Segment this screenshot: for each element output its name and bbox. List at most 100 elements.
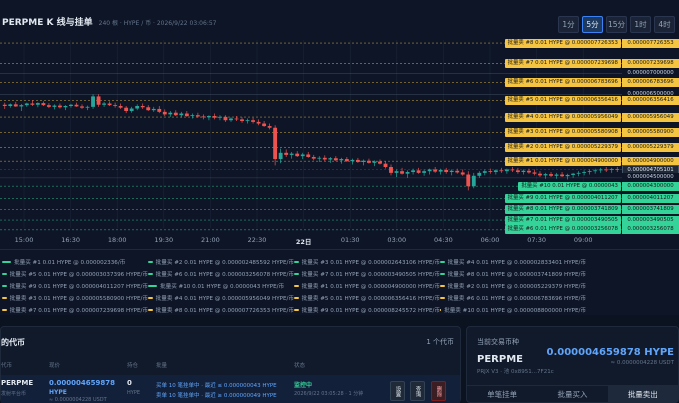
candle-body — [549, 174, 553, 176]
candle-body — [151, 108, 156, 111]
col-price: 现价 — [49, 363, 61, 369]
row-status-time: 2026/9/22 03:05:28 · 1 分钟 — [294, 391, 364, 397]
candle-body — [74, 104, 79, 107]
sell-order-tag-8[interactable]: 批量卖 #2 0.01 HYPE @ 0.000005229379 — [504, 142, 621, 152]
col-hold: 持仓 — [127, 363, 139, 369]
legend-item[interactable]: 批量买 #3 0.01 HYPE @ 0.000002643106 HYPE/币 — [294, 256, 440, 268]
legend-item[interactable]: 批量买 #8 0.01 HYPE @ 0.000003741809 HYPE/币 — [440, 268, 586, 280]
x-tick-label: 07:30 — [527, 236, 546, 244]
legend-item[interactable]: 批量卖 #5 0.01 HYPE @ 0.000006356416 HYPE/币 — [294, 292, 440, 304]
candle-body — [521, 170, 526, 173]
x-tick-label: 03:00 — [387, 236, 407, 244]
buy-order-tag-0[interactable]: 批量买 #10 0.01 HYPE @ 0.0000043 — [518, 181, 621, 191]
buy-price-tag-3: 0.000003490505 — [622, 215, 679, 225]
legend-item[interactable]: 批量卖 #2 0.01 HYPE @ 0.000005229379 HYPE/币 — [440, 280, 586, 292]
legend-item[interactable]: 批量买 #4 0.01 HYPE @ 0.000002833401 HYPE/币 — [440, 256, 586, 268]
chart-panel: PERPME K 线与挂单 240 根 · HYPE / 币 · 2026/9/… — [0, 0, 679, 250]
x-tick-label: 21:00 — [201, 236, 220, 244]
legend-item[interactable]: 批量卖 #4 0.01 HYPE @ 0.000005956049 HYPE/币 — [148, 292, 294, 304]
legend-item[interactable]: 批量卖 #9 0.01 HYPE @ 0.000008245572 HYPE/币 — [294, 304, 440, 316]
legend-swatch — [294, 285, 299, 287]
candle-body — [593, 170, 598, 172]
candle-body — [394, 171, 399, 173]
sell-order-tag-0[interactable]: 批量卖 #8 0.01 HYPE @ 0.000007726353 — [504, 38, 621, 48]
legend-label: 批量买 #1 0.01 HYPE @ 0.000002336/币 — [14, 260, 126, 266]
x-tick-label: 06:00 — [480, 236, 500, 244]
chart-header: PERPME K 线与挂单 240 根 · HYPE / 币 · 2026/9/… — [0, 15, 216, 35]
table-title: 的代币 — [1, 338, 25, 347]
legend-swatch — [440, 309, 442, 311]
candle-body — [229, 118, 233, 121]
candle-body — [300, 154, 305, 157]
buy-order-tag-2[interactable]: 批量买 #8 0.01 HYPE @ 0.000003741809 — [504, 205, 621, 215]
sell-order-tag-1[interactable]: 批量卖 #7 0.01 HYPE @ 0.000007239698 — [504, 58, 621, 68]
buy-order-tag-4[interactable]: 批量买 #6 0.01 HYPE @ 0.000003256078 — [504, 225, 621, 235]
legend-label: 批量买 #5 0.01 HYPE @ 0.000003037396 HYPE/币 — [9, 272, 148, 278]
legend-item[interactable]: 批量卖 #10 0.01 HYPE @ 0.000008800000 HYPE/… — [440, 304, 586, 316]
candle-body — [113, 105, 118, 107]
legend-item[interactable]: 批量买 #1 0.01 HYPE @ 0.000002336/币 — [2, 256, 148, 268]
candle-body — [102, 103, 107, 105]
candle-body — [240, 119, 244, 122]
x-tick-label: 22:30 — [247, 236, 267, 244]
timeframe-3[interactable]: 1时 — [630, 16, 651, 33]
candle-body — [427, 169, 432, 172]
legend-item[interactable]: 批量卖 #8 0.01 HYPE @ 0.000007726353 HYPE/币 — [148, 304, 294, 316]
legend-label: 批量买 #8 0.01 HYPE @ 0.000003741809 HYPE/币 — [447, 272, 586, 278]
settings-button[interactable]: 设置 — [390, 381, 405, 401]
legend-item[interactable]: 批量买 #9 0.01 HYPE @ 0.000004011207 HYPE/币 — [2, 280, 148, 292]
legend-label: 批量卖 #9 0.01 HYPE @ 0.000008245572 HYPE/币 — [301, 308, 440, 314]
row-coin: PERPME — [1, 379, 34, 387]
x-tick-label: 15:00 — [14, 236, 34, 244]
legend-item[interactable]: 批量卖 #3 0.01 HYPE @ 0.000005580900 HYPE/币 — [2, 292, 148, 304]
buy-price-tag-0: 0.000004300000 — [622, 181, 679, 191]
query-button[interactable]: 查询 — [410, 381, 425, 401]
candle-body — [80, 106, 84, 108]
legend-item[interactable]: 批量买 #10 0.01 HYPE @ 0.0000043 HYPE/币 — [148, 280, 294, 292]
sell-order-tag-3[interactable]: 批量卖 #6 0.01 HYPE @ 0.000006783696 — [504, 77, 621, 87]
table-row[interactable]: PERPME 发射平台币 0.000004659878 HYPE ≈ 0.000… — [1, 375, 460, 403]
candle-body — [438, 169, 443, 172]
candle-body — [289, 153, 294, 155]
legend-swatch — [2, 309, 7, 311]
candle-body — [543, 174, 548, 176]
legend-swatch — [148, 297, 153, 299]
buy-order-tag-1[interactable]: 批量买 #9 0.01 HYPE @ 0.000004011207 — [504, 193, 621, 203]
candle-body — [278, 152, 283, 160]
legend-item[interactable]: 批量买 #5 0.01 HYPE @ 0.000003037396 HYPE/币 — [2, 268, 148, 280]
legend-item[interactable]: 批量买 #6 0.01 HYPE @ 0.000003256078 HYPE/币 — [148, 268, 294, 280]
legend-item[interactable]: 批量卖 #6 0.01 HYPE @ 0.000006783696 HYPE/币 — [440, 292, 586, 304]
candle-body — [190, 115, 195, 117]
trade-tab-0[interactable]: 单笔挂单 — [467, 386, 537, 402]
sell-order-tag-5[interactable]: 批量卖 #5 0.01 HYPE @ 0.000006356416 — [504, 95, 621, 105]
candle-body — [604, 169, 609, 171]
timeframe-1[interactable]: 5分 — [582, 16, 603, 33]
candle-body — [471, 175, 476, 187]
delete-button[interactable]: 删除 — [431, 381, 446, 401]
sell-order-tag-7[interactable]: 批量卖 #3 0.01 HYPE @ 0.000005580908 — [504, 128, 621, 138]
candle-body — [91, 96, 95, 107]
timeframe-4[interactable]: 4时 — [654, 16, 675, 33]
legend-item[interactable]: 批量买 #7 0.01 HYPE @ 0.000003490505 HYPE/币 — [294, 268, 440, 280]
trade-tab-2[interactable]: 批量卖出 — [607, 386, 678, 402]
row-price-usdt: ≈ 0.0000004228 USDT — [49, 397, 107, 403]
trade-panel: 当前交易币种 PERPME PRJX V3 · 池 0x8951...7F21c… — [466, 326, 679, 403]
candle-body — [195, 115, 200, 117]
buy-order-tag-3[interactable]: 批量买 #7 0.01 HYPE @ 0.000003490505 — [504, 215, 621, 225]
timeframe-2[interactable]: 15分 — [606, 16, 627, 33]
sell-order-tag-9[interactable]: 批量卖 #1 0.01 HYPE @ 0.000004900000 — [504, 156, 621, 166]
candle-body — [19, 105, 24, 107]
candle-body — [444, 169, 449, 173]
legend-item[interactable]: 批量卖 #1 0.01 HYPE @ 0.000004900000 HYPE/币 — [294, 280, 440, 292]
sell-price-tag-1: 0.000007239698 — [622, 58, 679, 68]
timeframe-0[interactable]: 1分 — [558, 16, 579, 33]
buy-price-tag-4: 0.000003256078 — [622, 225, 679, 235]
legend-item[interactable]: 批量卖 #7 0.01 HYPE @ 0.000007239698 HYPE/币 — [2, 304, 148, 316]
trade-tab-1[interactable]: 批量买入 — [537, 386, 607, 402]
candle-body — [582, 172, 587, 173]
legend-item[interactable]: 批量买 #2 0.01 HYPE @ 0.000002485592 HYPE/币 — [148, 256, 294, 268]
sell-order-tag-6[interactable]: 批量卖 #4 0.01 HYPE @ 0.000005956049 — [504, 112, 621, 122]
legend-label: 批量卖 #1 0.01 HYPE @ 0.000004900000 HYPE/币 — [301, 284, 440, 290]
candle-body — [2, 104, 7, 107]
sell-price-tag-3: 0.000006783696 — [622, 77, 679, 87]
